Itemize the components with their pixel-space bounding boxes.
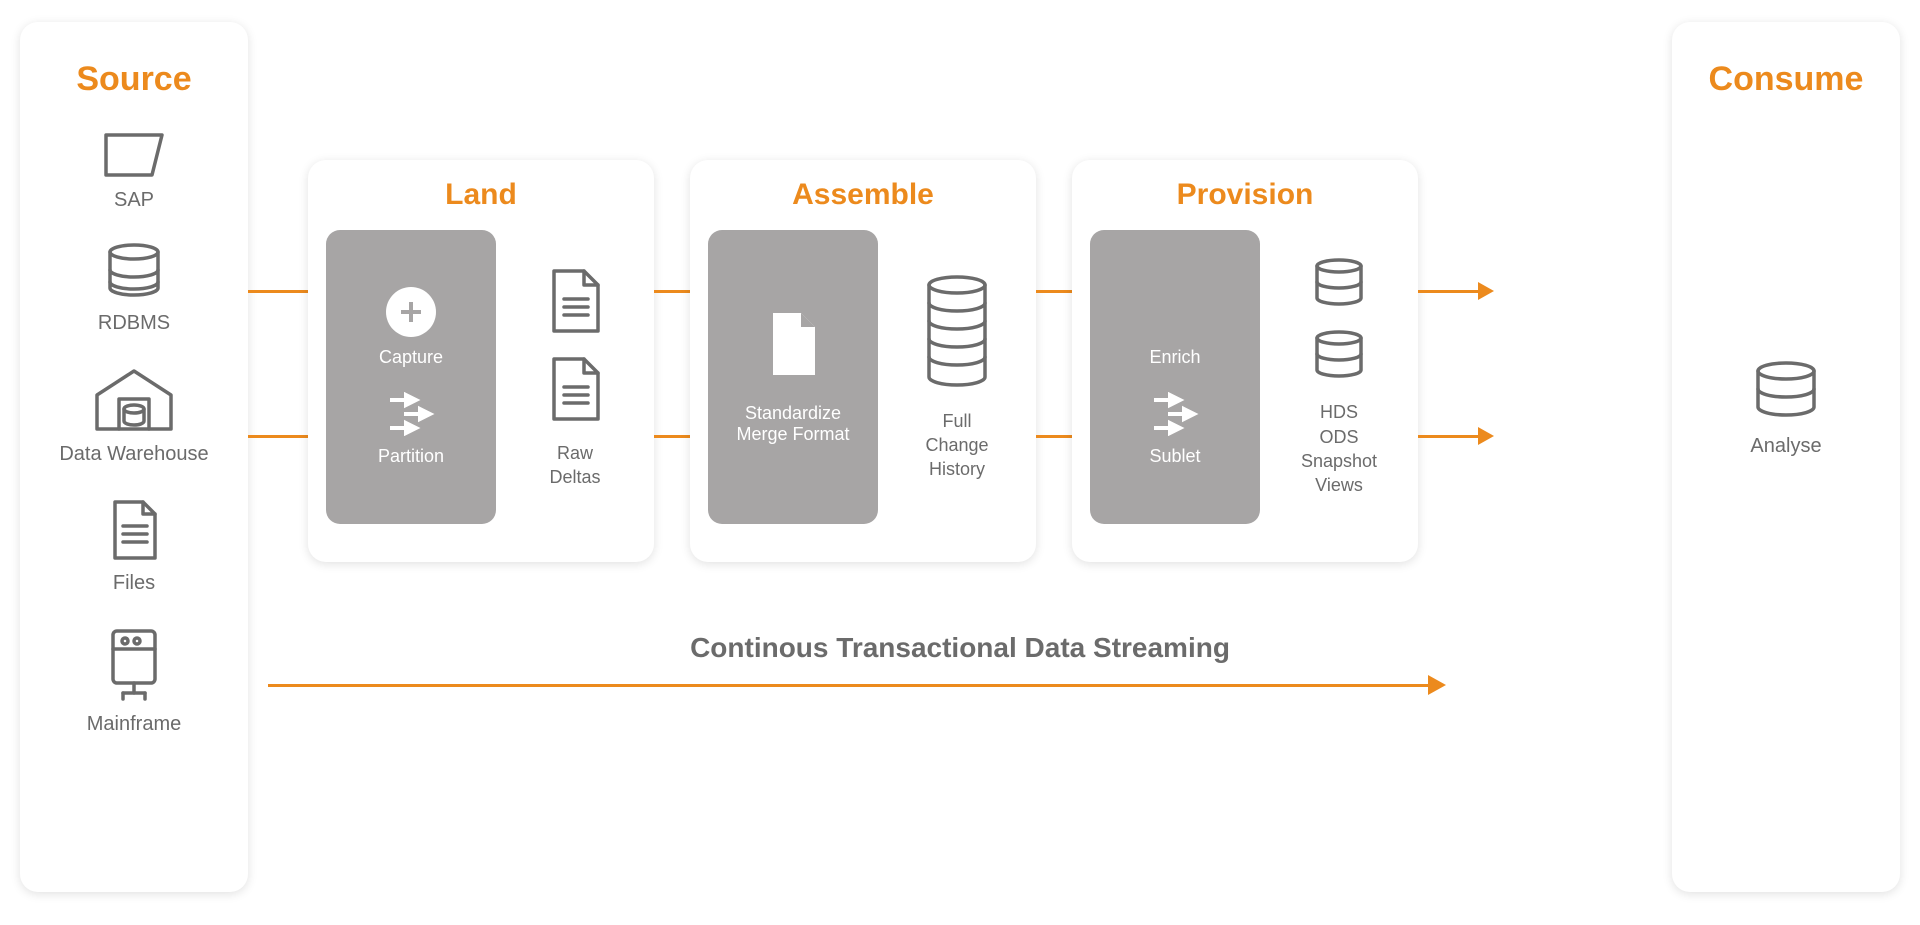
stack-database-icon — [921, 273, 993, 393]
connector-line — [248, 435, 308, 438]
data-pipeline-diagram: Source SAP RDBMS — [0, 0, 1920, 925]
source-label: Mainframe — [87, 713, 181, 736]
land-card: Land Capture — [308, 160, 654, 562]
streaming-label: Continous Transactional Data Streaming — [0, 632, 1920, 664]
connector-line — [1036, 435, 1072, 438]
file-icon — [105, 496, 163, 564]
land-gray-box: Capture Partition — [326, 230, 496, 524]
provision-gray-box: Enrich Sublet — [1090, 230, 1260, 524]
assemble-title: Assemble — [690, 178, 1036, 212]
provision-title: Provision — [1072, 178, 1418, 212]
source-title: Source — [30, 60, 238, 99]
plus-circle-icon — [386, 287, 436, 337]
assemble-right: Full Change History — [896, 230, 1018, 524]
document-icon — [544, 353, 606, 425]
consume-title: Consume — [1709, 60, 1864, 99]
partition-arrows-icon — [384, 392, 438, 436]
database-icon — [102, 242, 166, 304]
raw-deltas-label: Raw Deltas — [549, 441, 600, 490]
partition-label: Partition — [378, 446, 444, 467]
land-inner: Capture Partition — [308, 212, 654, 542]
plus-icon — [1150, 287, 1200, 337]
source-item-warehouse: Data Warehouse — [59, 365, 208, 466]
connector-arrow — [1418, 435, 1478, 438]
document-icon — [544, 265, 606, 337]
sublet-label: Sublet — [1149, 446, 1200, 467]
standardize-label: Standardize Merge Format — [736, 403, 849, 445]
connector-line — [654, 435, 690, 438]
sap-icon — [98, 129, 170, 181]
source-label: RDBMS — [98, 312, 170, 335]
provision-card: Provision Enrich — [1072, 160, 1418, 562]
connector-line — [248, 290, 308, 293]
small-database-icon — [1309, 256, 1369, 312]
assemble-gray-box: Standardize Merge Format — [708, 230, 878, 524]
blank-document-icon — [765, 309, 821, 379]
assemble-inner: Standardize Merge Format Full Change His… — [690, 212, 1036, 542]
capture-label: Capture — [379, 347, 443, 368]
warehouse-icon — [91, 365, 177, 435]
assemble-card: Assemble Standardize Merge Format — [690, 160, 1036, 562]
source-label: Data Warehouse — [59, 443, 208, 466]
source-item-rdbms: RDBMS — [98, 242, 170, 335]
consume-body: Analyse — [1750, 359, 1822, 458]
connector-arrow — [1418, 290, 1478, 293]
analyse-database-icon — [1750, 359, 1822, 423]
hds-ods-label: HDS ODS Snapshot Views — [1301, 400, 1377, 497]
enrich-label: Enrich — [1149, 347, 1200, 368]
analyse-label: Analyse — [1750, 435, 1821, 458]
land-title: Land — [308, 178, 654, 212]
consume-card: Consume Analyse — [1672, 22, 1900, 892]
connector-line — [1036, 290, 1072, 293]
full-change-history-label: Full Change History — [925, 409, 988, 482]
provision-right: HDS ODS Snapshot Views — [1278, 230, 1400, 524]
small-database-icon — [1309, 328, 1369, 384]
provision-inner: Enrich Sublet — [1072, 212, 1418, 542]
sublet-arrows-icon — [1148, 392, 1202, 436]
source-label: SAP — [114, 189, 154, 212]
land-right: Raw Deltas — [514, 230, 636, 524]
source-label: Files — [113, 572, 155, 595]
source-item-files: Files — [105, 496, 163, 595]
source-card: Source SAP RDBMS — [20, 22, 248, 892]
streaming-arrow — [268, 684, 1428, 687]
connector-line — [654, 290, 690, 293]
source-item-sap: SAP — [98, 129, 170, 212]
